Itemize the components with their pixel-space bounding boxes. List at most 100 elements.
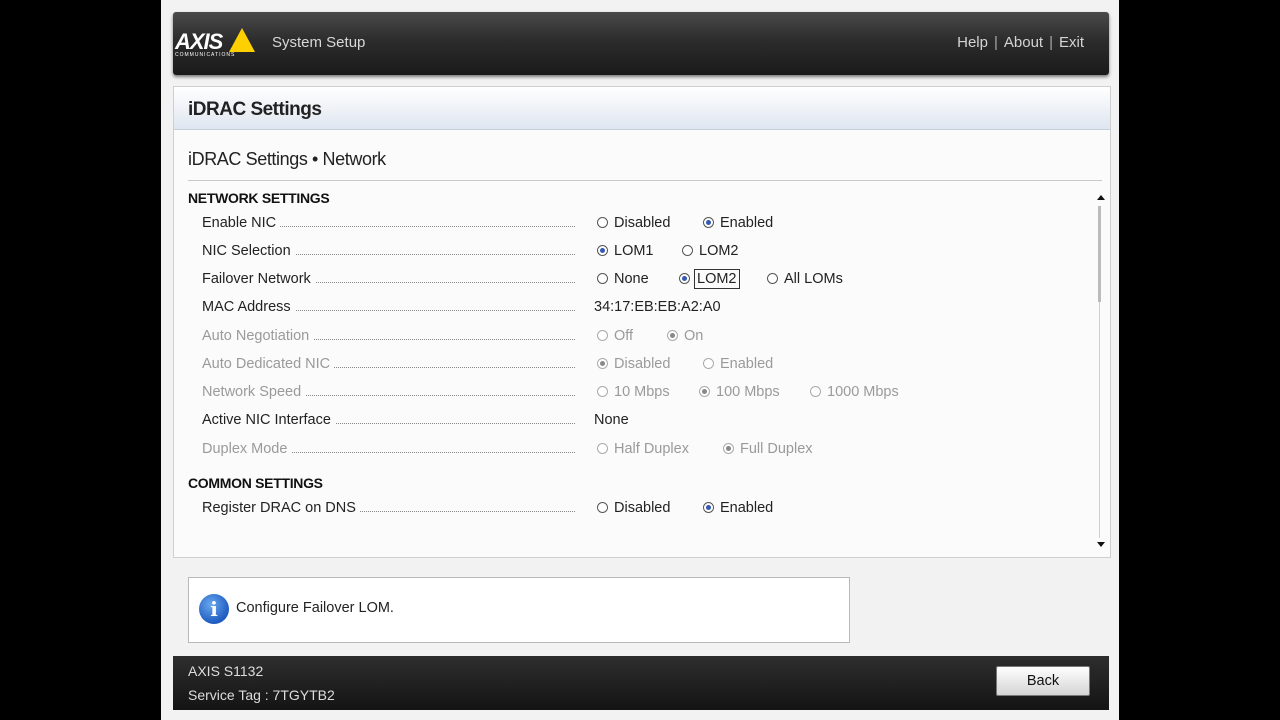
speed-1000-radio: 1000 Mbps <box>810 384 899 400</box>
radio-selected-icon <box>703 216 714 228</box>
radio-selected-icon <box>597 244 608 256</box>
failover-network-label: Failover Network <box>202 271 315 287</box>
auto-dedicated-enabled-radio: Enabled <box>703 356 773 372</box>
separator: | <box>1049 34 1053 51</box>
auto-negotiation-row: Auto Negotiation Off On <box>202 326 1082 348</box>
network-settings-heading: NETWORK SETTINGS <box>188 190 330 206</box>
radio-icon <box>810 385 821 397</box>
option-label: On <box>684 328 704 344</box>
register-drac-dns-label: Register DRAC on DNS <box>202 500 360 516</box>
mac-address-value: 34:17:EB:EB:A2:A0 <box>594 299 721 315</box>
option-label: Off <box>614 328 634 344</box>
option-label: Enabled <box>720 356 774 372</box>
exit-link[interactable]: Exit <box>1059 34 1084 51</box>
option-label: Enabled <box>720 500 774 516</box>
auto-dedicated-nic-label: Auto Dedicated NIC <box>202 356 335 372</box>
header-links: Help | About | Exit <box>957 34 1084 51</box>
enable-nic-disabled-radio[interactable]: Disabled <box>597 215 670 231</box>
nic-selection-row: NIC Selection LOM1 LOM2 <box>202 241 1082 263</box>
nic-selection-label: NIC Selection <box>202 243 295 259</box>
axis-logo: AXIS COMMUNICATIONS <box>175 28 259 73</box>
network-speed-label: Network Speed <box>202 384 306 400</box>
radio-selected-icon <box>597 357 608 369</box>
failover-network-row: Failover Network None LOM2 All LOMs <box>202 269 1082 291</box>
radio-icon <box>703 357 714 369</box>
top-header-bar: AXIS COMMUNICATIONS System Setup Help | Ab… <box>173 12 1109 75</box>
help-message-box: i Configure Failover LOM. <box>188 577 850 643</box>
register-dns-disabled-radio[interactable]: Disabled <box>597 500 670 516</box>
auto-dedicated-disabled-radio: Disabled <box>597 356 670 372</box>
option-label: LOM2 <box>694 269 740 289</box>
failover-lom2-radio[interactable]: LOM2 <box>679 269 740 289</box>
scroll-up-icon[interactable] <box>1097 195 1105 200</box>
app-title: System Setup <box>272 34 366 51</box>
radio-icon <box>597 442 608 454</box>
active-nic-interface-row: Active NIC Interface None <box>202 410 1082 432</box>
active-nic-interface-label: Active NIC Interface <box>202 412 335 428</box>
auto-negotiation-label: Auto Negotiation <box>202 328 314 344</box>
failover-none-radio[interactable]: None <box>597 271 649 287</box>
page-title-bar: iDRAC Settings <box>174 87 1110 130</box>
divider <box>188 180 1102 181</box>
speed-100-radio: 100 Mbps <box>699 384 780 400</box>
option-label: Enabled <box>720 215 774 231</box>
option-label: Disabled <box>614 356 671 372</box>
radio-icon <box>597 216 608 228</box>
logo-subtext: COMMUNICATIONS <box>175 52 236 58</box>
back-button[interactable]: Back <box>996 666 1090 696</box>
option-label: 1000 Mbps <box>827 384 899 400</box>
radio-icon <box>597 329 608 341</box>
about-link[interactable]: About <box>1004 34 1043 51</box>
option-label: None <box>614 271 649 287</box>
register-dns-enabled-radio[interactable]: Enabled <box>703 500 773 516</box>
radio-selected-icon <box>703 501 714 513</box>
option-label: Full Duplex <box>740 441 813 457</box>
auto-negotiation-on-radio: On <box>667 328 703 344</box>
main-panel: iDRAC Settings iDRAC Settings • Network … <box>173 86 1111 558</box>
register-drac-dns-row: Register DRAC on DNS Disabled Enabled <box>202 498 1082 520</box>
radio-selected-icon <box>723 442 734 454</box>
radio-selected-icon <box>667 329 678 341</box>
radio-selected-icon <box>699 385 710 397</box>
enable-nic-row: Enable NIC Disabled Enabled <box>202 213 1082 235</box>
radio-selected-icon <box>679 272 690 284</box>
duplex-mode-label: Duplex Mode <box>202 441 292 457</box>
separator: | <box>993 34 998 51</box>
scroll-thumb[interactable] <box>1098 206 1101 302</box>
option-label: Disabled <box>614 215 671 231</box>
help-message-text: Configure Failover LOM. <box>236 600 394 616</box>
page-title: iDRAC Settings <box>188 99 322 120</box>
option-label: LOM1 <box>614 243 654 259</box>
radio-icon <box>597 501 608 513</box>
option-label: 10 Mbps <box>614 384 670 400</box>
option-label: 100 Mbps <box>716 384 780 400</box>
option-label: Half Duplex <box>614 441 689 457</box>
logo-triangle-icon <box>229 28 255 52</box>
speed-10-radio: 10 Mbps <box>597 384 670 400</box>
info-icon: i <box>199 594 229 624</box>
vertical-scrollbar[interactable] <box>1094 189 1108 551</box>
failover-all-loms-radio[interactable]: All LOMs <box>767 271 843 287</box>
page-subtitle: iDRAC Settings • Network <box>188 149 386 169</box>
nic-selection-lom1-radio[interactable]: LOM1 <box>597 243 654 259</box>
active-nic-interface-value: None <box>594 412 629 428</box>
mac-address-row: MAC Address 34:17:EB:EB:A2:A0 <box>202 297 1082 319</box>
network-speed-row: Network Speed 10 Mbps 100 Mbps 1000 Mbps <box>202 382 1082 404</box>
full-duplex-radio: Full Duplex <box>723 441 813 457</box>
service-tag: Service Tag : 7TGYTB2 <box>188 687 335 703</box>
radio-icon <box>767 272 778 284</box>
radio-icon <box>597 385 608 397</box>
footer-bar: AXIS S1132 Service Tag : 7TGYTB2 Back <box>173 656 1109 710</box>
help-link[interactable]: Help <box>957 34 988 51</box>
half-duplex-radio: Half Duplex <box>597 441 689 457</box>
mac-address-label: MAC Address <box>202 299 295 315</box>
enable-nic-enabled-radio[interactable]: Enabled <box>703 215 773 231</box>
radio-icon <box>597 272 608 284</box>
option-label: Disabled <box>614 500 671 516</box>
system-model: AXIS S1132 <box>188 663 264 679</box>
auto-negotiation-off-radio: Off <box>597 328 633 344</box>
nic-selection-lom2-radio[interactable]: LOM2 <box>682 243 739 259</box>
common-settings-heading: COMMON SETTINGS <box>188 475 323 491</box>
scroll-down-icon[interactable] <box>1097 542 1105 547</box>
radio-icon <box>682 244 693 256</box>
